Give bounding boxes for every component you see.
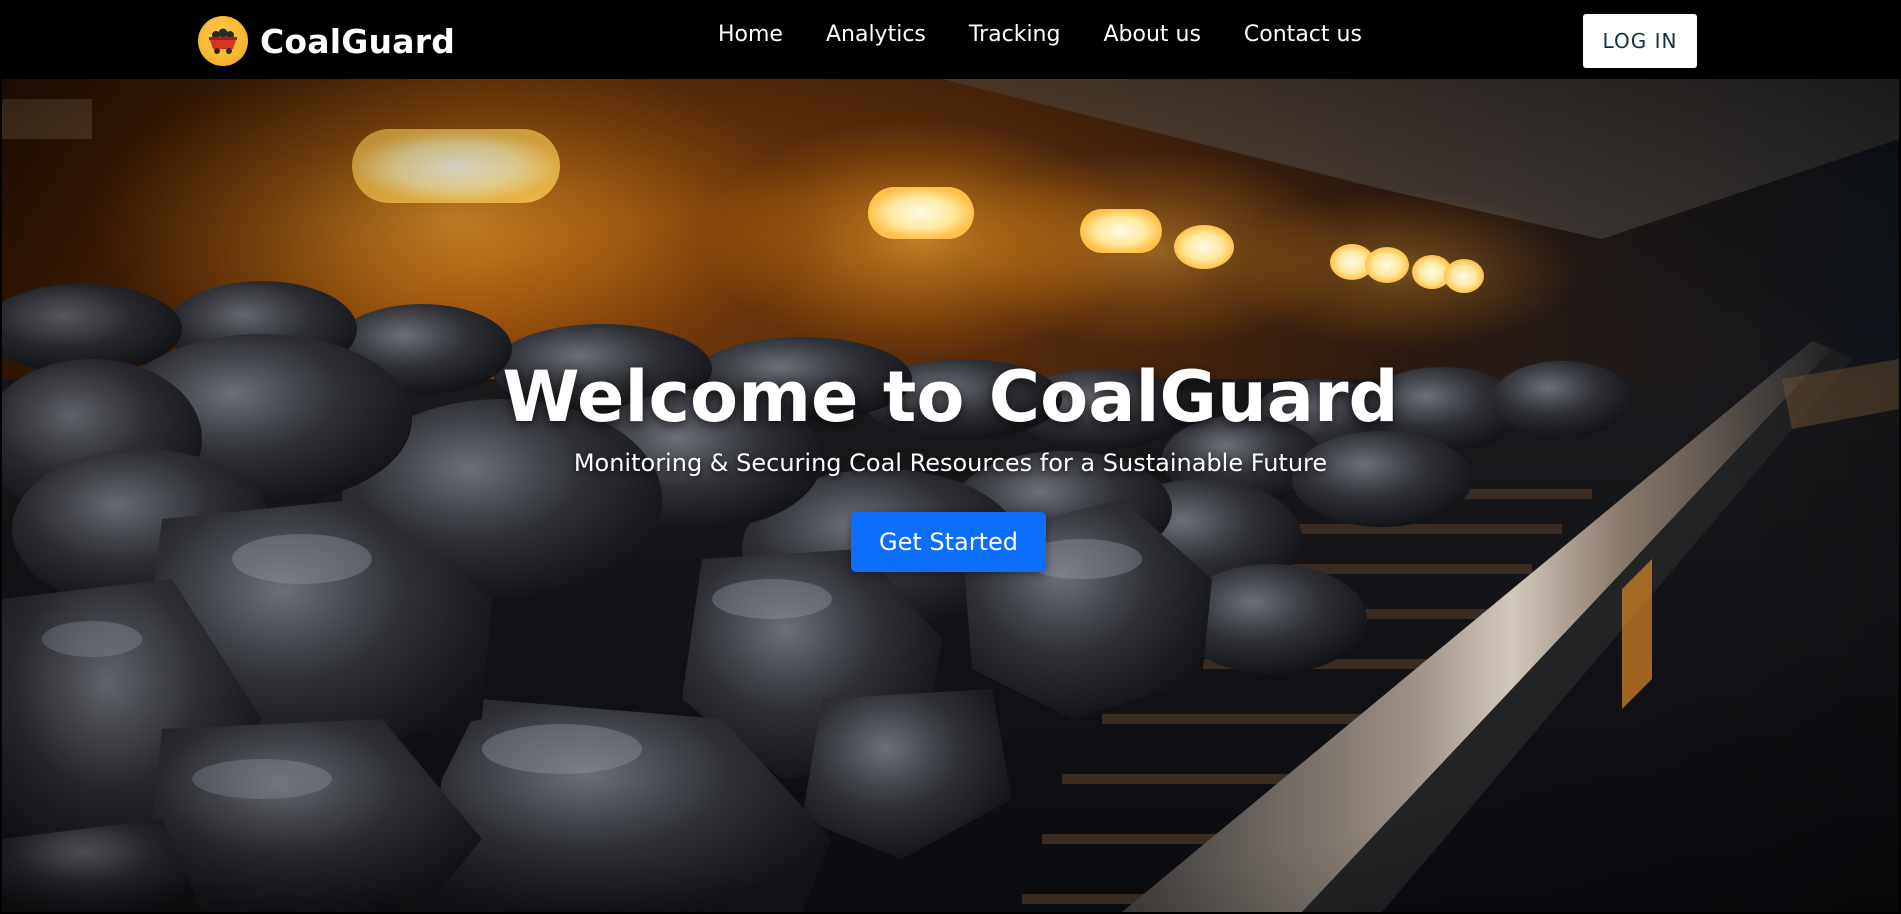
nav-links: Home Analytics Tracking About us Contact… [718,16,1405,52]
login-button[interactable]: LOG IN [1583,14,1697,68]
page: CoalGuard Home Analytics Tracking About … [2,2,1899,912]
nav-about-us[interactable]: About us [1103,22,1200,47]
nav-analytics[interactable]: Analytics [826,22,926,47]
brand[interactable]: CoalGuard [198,16,455,66]
mine-cart-icon [198,16,248,66]
nav-tracking[interactable]: Tracking [969,22,1061,47]
hero-section: Welcome to CoalGuard Monitoring & Securi… [2,79,1899,912]
hero-subtitle: Monitoring & Securing Coal Resources for… [573,449,1328,477]
get-started-button[interactable]: Get Started [851,512,1046,572]
nav-contact-us[interactable]: Contact us [1244,22,1362,47]
nav-home[interactable]: Home [718,22,783,47]
brand-name: CoalGuard [260,21,456,61]
hero-title: Welcome to CoalGuard [502,356,1399,438]
top-navbar: CoalGuard Home Analytics Tracking About … [2,2,1899,79]
hero-background-image [2,79,1899,912]
